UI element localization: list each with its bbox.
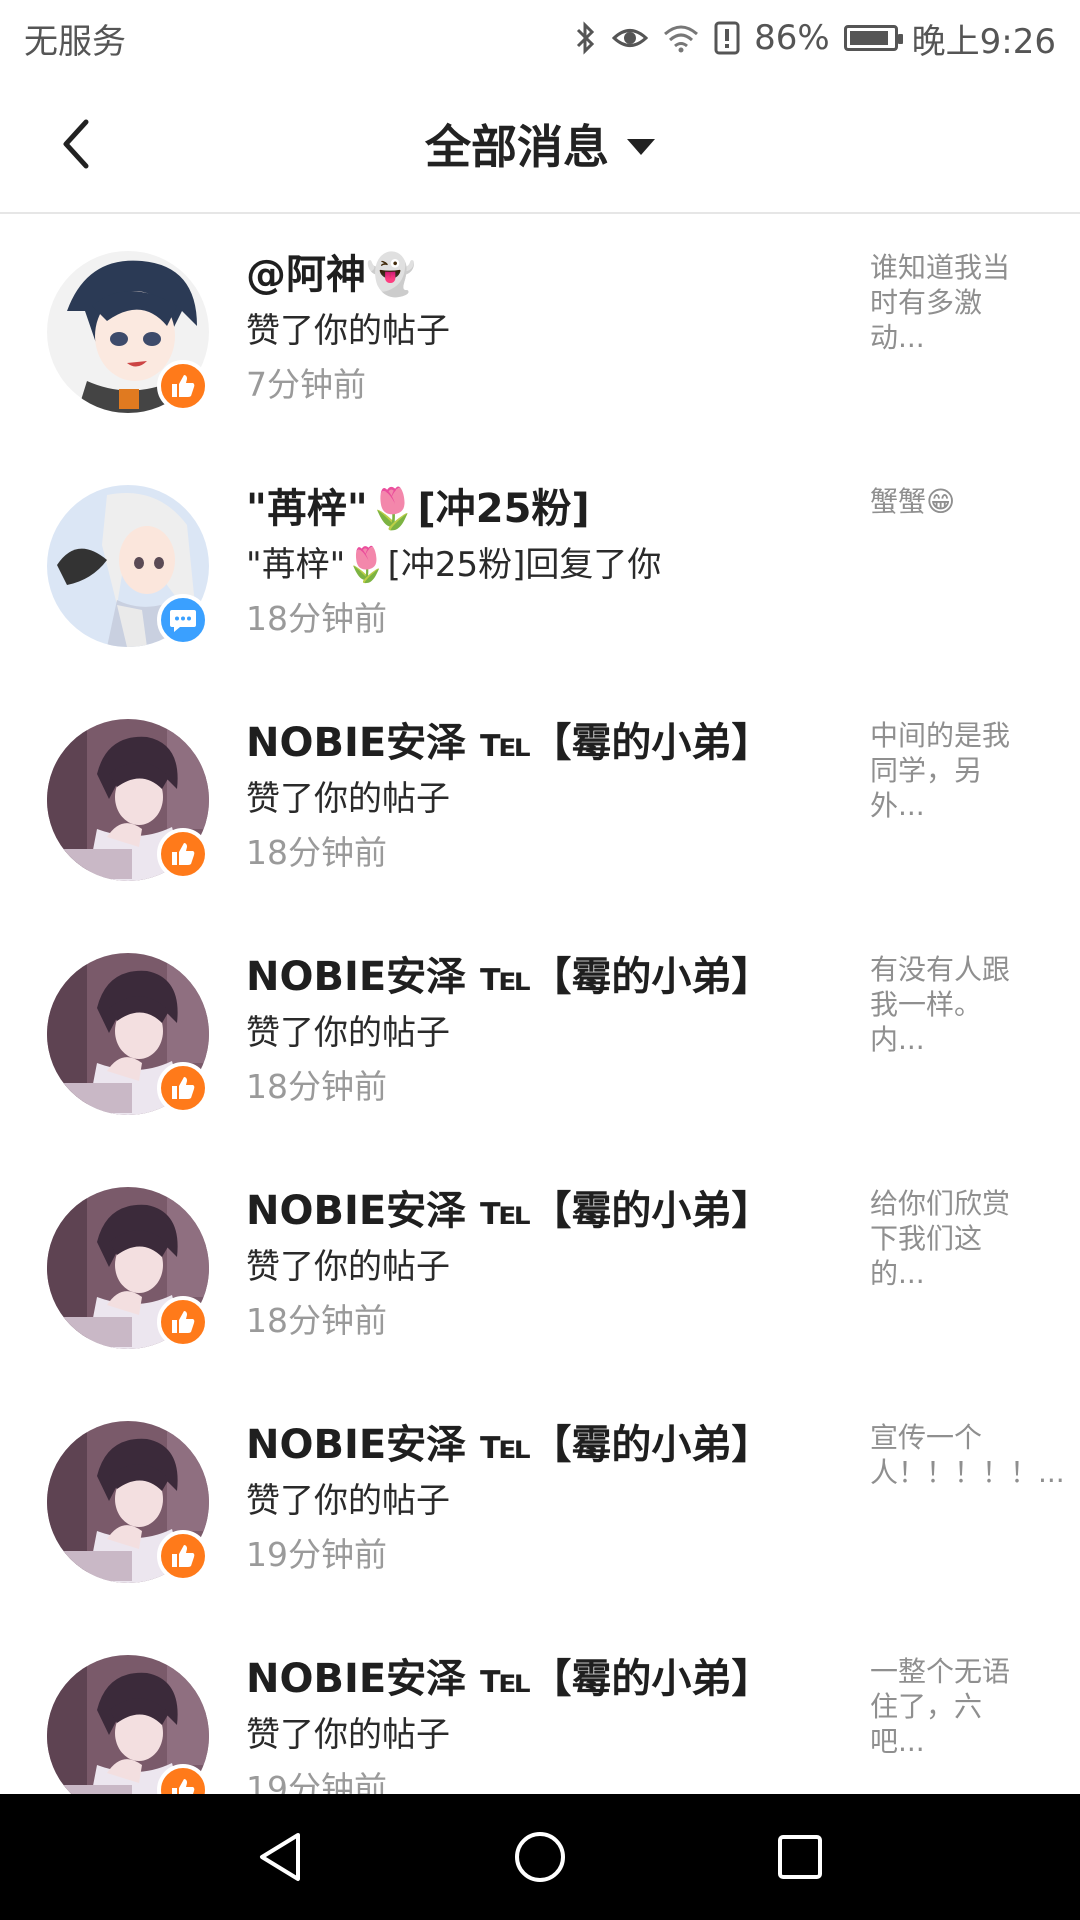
message-time: 18分钟前 — [246, 833, 387, 872]
bluetooth-icon — [574, 20, 598, 56]
message-list: @阿神👻 赞了你的帖子 7分钟前 谁知道我当时有多激动... "苒梓"🌷[冲25… — [0, 216, 1080, 1794]
header: 全部消息 — [0, 76, 1080, 214]
like-icon — [157, 1296, 209, 1348]
message-time: 18分钟前 — [246, 599, 387, 638]
message-content: "苒梓"🌷[冲25粉] "苒梓"🌷[冲25粉]回复了你 18分钟前 — [246, 480, 846, 646]
message-action: 赞了你的帖子 — [246, 1715, 450, 1755]
message-content: NOBIE安泽 ℡【霉的小弟】 赞了你的帖子 19分钟前 — [246, 1650, 846, 1794]
message-action: 赞了你的帖子 — [246, 1247, 450, 1287]
message-time: 7分钟前 — [246, 365, 366, 404]
screen: 无服务 86% 晚上9:26 全部消息 @阿神👻 赞了你的帖子 7分钟前 谁知道… — [0, 0, 1080, 1920]
message-time: 18分钟前 — [246, 1301, 387, 1340]
sender-name[interactable]: NOBIE安泽 ℡【霉的小弟】 — [246, 948, 846, 1006]
message-item[interactable]: NOBIE安泽 ℡【霉的小弟】 赞了你的帖子 18分钟前 有没有人跟我一样。内.… — [0, 918, 1080, 1152]
message-action: 赞了你的帖子 — [246, 311, 450, 351]
message-time: 19分钟前 — [246, 1535, 387, 1574]
status-bar: 无服务 86% 晚上9:26 — [0, 0, 1080, 76]
nav-recents-button[interactable] — [755, 1812, 845, 1902]
post-preview[interactable]: 中间的是我同学，另外... — [870, 718, 1030, 823]
square-recents-icon — [778, 1835, 822, 1879]
message-content: NOBIE安泽 ℡【霉的小弟】 赞了你的帖子 19分钟前 — [246, 1416, 846, 1582]
battery-icon — [843, 25, 903, 51]
like-icon — [157, 828, 209, 880]
post-preview[interactable]: 有没有人跟我一样。内... — [870, 952, 1030, 1057]
carrier-label: 无服务 — [24, 21, 126, 62]
reply-preview[interactable]: 蟹蟹😁 — [870, 484, 1030, 519]
message-content: NOBIE安泽 ℡【霉的小弟】 赞了你的帖子 18分钟前 — [246, 714, 846, 880]
message-action: 赞了你的帖子 — [246, 779, 450, 819]
circle-home-icon — [515, 1832, 565, 1882]
sender-name[interactable]: NOBIE安泽 ℡【霉的小弟】 — [246, 1650, 846, 1708]
sender-name[interactable]: NOBIE安泽 ℡【霉的小弟】 — [246, 714, 846, 772]
message-filter-dropdown[interactable]: 全部消息 — [425, 111, 655, 177]
triangle-back-icon — [260, 1833, 300, 1881]
sender-name[interactable]: "苒梓"🌷[冲25粉] — [246, 480, 846, 538]
like-icon — [157, 1530, 209, 1582]
message-action: "苒梓"🌷[冲25粉]回复了你 — [246, 545, 662, 585]
caret-down-icon — [627, 139, 655, 155]
chevron-left-icon — [63, 119, 89, 169]
message-item[interactable]: NOBIE安泽 ℡【霉的小弟】 赞了你的帖子 19分钟前 宣传一个人！！！！！.… — [0, 1386, 1080, 1620]
like-icon — [157, 360, 209, 412]
sender-name[interactable]: @阿神👻 — [246, 246, 846, 304]
battery-percent: 86% — [754, 18, 830, 58]
message-action: 赞了你的帖子 — [246, 1481, 450, 1521]
nav-back-button[interactable] — [235, 1812, 325, 1902]
message-content: @阿神👻 赞了你的帖子 7分钟前 — [246, 246, 846, 412]
page-title: 全部消息 — [425, 120, 609, 174]
wifi-icon — [662, 23, 700, 53]
message-item[interactable]: NOBIE安泽 ℡【霉的小弟】 赞了你的帖子 19分钟前 一整个无语住了，六吧.… — [0, 1620, 1080, 1794]
sender-name[interactable]: NOBIE安泽 ℡【霉的小弟】 — [246, 1416, 846, 1474]
post-preview[interactable]: 给你们欣赏下我们这的... — [870, 1186, 1030, 1291]
post-preview[interactable]: 谁知道我当时有多激动... — [870, 250, 1030, 355]
eye-icon — [612, 23, 649, 53]
like-icon — [157, 1062, 209, 1114]
message-item[interactable]: NOBIE安泽 ℡【霉的小弟】 赞了你的帖子 18分钟前 给你们欣赏下我们这的.… — [0, 1152, 1080, 1386]
message-action: 赞了你的帖子 — [246, 1013, 450, 1053]
sender-name[interactable]: NOBIE安泽 ℡【霉的小弟】 — [246, 1182, 846, 1240]
clock: 晚上9:26 — [911, 21, 1056, 62]
status-icons: 86% 晚上9:26 — [574, 14, 1056, 63]
message-item[interactable]: @阿神👻 赞了你的帖子 7分钟前 谁知道我当时有多激动... — [0, 216, 1080, 450]
message-item[interactable]: "苒梓"🌷[冲25粉] "苒梓"🌷[冲25粉]回复了你 18分钟前 蟹蟹😁 — [0, 450, 1080, 684]
alert-icon — [714, 21, 740, 55]
post-preview[interactable]: 宣传一个人！！！！！... — [870, 1420, 1065, 1490]
message-time: 18分钟前 — [246, 1067, 387, 1106]
post-preview[interactable]: 一整个无语住了，六吧... — [870, 1654, 1030, 1759]
message-content: NOBIE安泽 ℡【霉的小弟】 赞了你的帖子 18分钟前 — [246, 1182, 846, 1348]
message-item[interactable]: NOBIE安泽 ℡【霉的小弟】 赞了你的帖子 18分钟前 中间的是我同学，另外.… — [0, 684, 1080, 918]
back-button[interactable] — [44, 112, 108, 176]
navigation-bar — [0, 1794, 1080, 1920]
comment-icon — [157, 594, 209, 646]
nav-home-button[interactable] — [495, 1812, 585, 1902]
message-time: 19分钟前 — [246, 1769, 387, 1794]
message-content: NOBIE安泽 ℡【霉的小弟】 赞了你的帖子 18分钟前 — [246, 948, 846, 1114]
